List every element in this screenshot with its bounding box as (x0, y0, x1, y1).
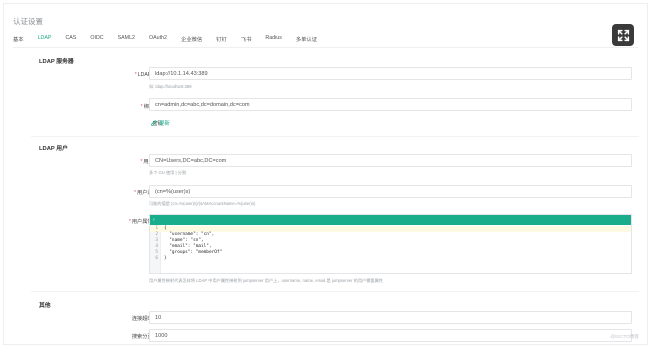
ldap-server-title: LDAP 服务器 (39, 59, 74, 65)
tab-cas[interactable]: CAS (65, 35, 76, 47)
required-mark: * (128, 219, 131, 225)
fullscreen-button[interactable] (612, 24, 634, 46)
tab-oidc[interactable]: OIDC (90, 35, 103, 47)
editor-toolbar[interactable]: › (150, 215, 631, 225)
tab-basic[interactable]: 基本 (13, 35, 24, 47)
expand-arrows-icon (617, 29, 629, 41)
ldap-settings-form: LDAP 服务器 *LDAP 地址 ldap://10.1.14.43:389 … (31, 52, 639, 344)
tab-saml2[interactable]: SAML2 (118, 35, 135, 47)
page-title: 认证设置 (13, 17, 43, 26)
tab-oauth2[interactable]: OAuth2 (149, 35, 167, 47)
required-mark: * (140, 104, 143, 110)
code-line: 6} (155, 256, 167, 261)
ldap-address-input[interactable]: ldap://10.1.14.43:389 (149, 67, 632, 80)
ldap-address-help: 如: ldap://localhost:389 (149, 84, 192, 89)
required-mark: * (134, 190, 137, 196)
user-filter-help: 可能的值是 (cn=%(user)s)/(sAMAccountName=%(us… (149, 201, 256, 206)
bind-dn-input[interactable]: cn=admin,dc=abc,dc=domain,dc=com (149, 98, 632, 111)
section-divider (31, 291, 639, 292)
tab-radius[interactable]: Radius (265, 35, 282, 47)
tab-ldap[interactable]: LDAP (37, 35, 51, 48)
attr-mapping-help: 用户属性映射代表怎样将 LDAP 中用户属性映射到 jumpserver 用户上… (149, 278, 383, 283)
tab-sso[interactable]: 多单认证 (296, 35, 317, 47)
tabs-underline (13, 47, 638, 48)
user-ou-input[interactable]: CN=Users,DC=abc,DC=com (149, 154, 632, 167)
password-update-link[interactable]: 更新 (151, 119, 170, 127)
tab-bar: 基本 LDAP CAS OIDC SAML2 OAuth2 企业微信 钉钉 飞书… (13, 35, 647, 48)
tab-dingtalk[interactable]: 钉钉 (216, 35, 227, 47)
attr-mapping-editor[interactable]: › 1{ 2 "username": "cn", 3 "name": "sn",… (149, 214, 632, 274)
other-title: 其他 (39, 303, 51, 309)
ldap-user-title: LDAP 用户 (39, 146, 68, 152)
tab-wecom[interactable]: 企业微信 (181, 35, 202, 47)
section-divider (31, 136, 639, 137)
search-page-size-input[interactable]: 1000 (149, 329, 632, 342)
required-mark: * (134, 72, 137, 78)
settings-window: 认证设置 基本 LDAP CAS OIDC SAML2 OAuth2 企业微信 … (3, 3, 648, 345)
connect-timeout-input[interactable]: 10 (149, 311, 632, 324)
edit-icon (151, 120, 157, 126)
tab-feishu[interactable]: 飞书 (241, 35, 252, 47)
watermark: @51CTO博客 (610, 334, 639, 339)
user-ou-help: 多个 OU 使用 | 分割 (149, 170, 187, 175)
user-filter-input[interactable]: (cn=%(user)s) (149, 185, 632, 198)
